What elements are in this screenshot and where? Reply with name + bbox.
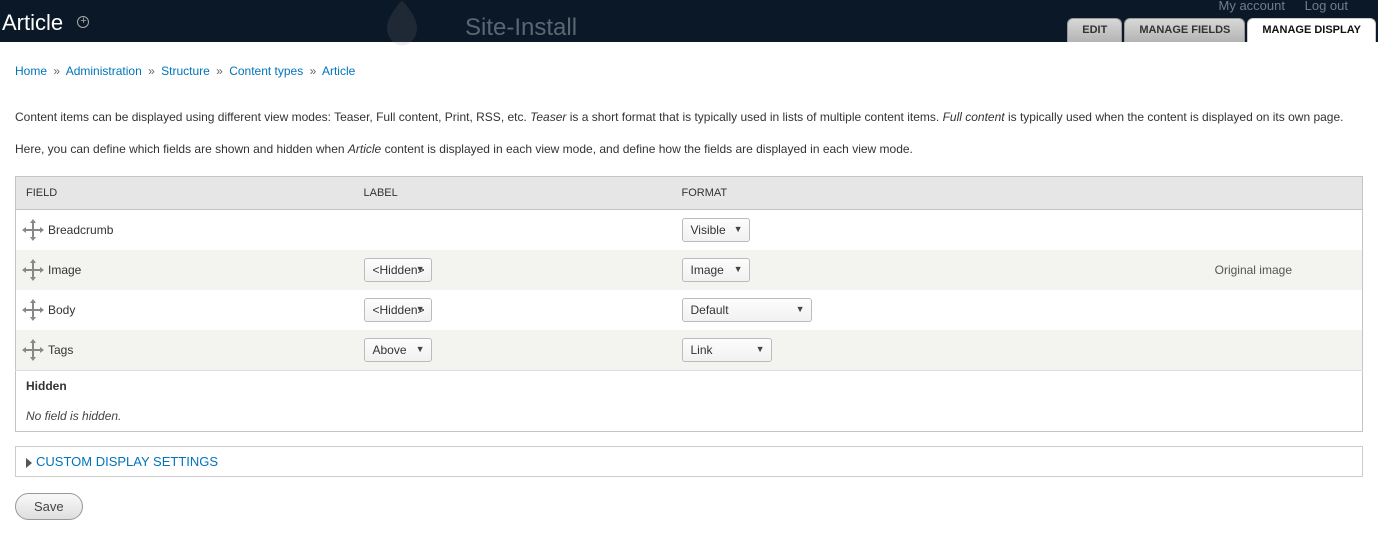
format-select[interactable]: Visible [682,218,750,242]
label-select[interactable]: Above [364,338,432,362]
label-select[interactable]: <Hidden> [364,298,432,322]
drag-handle-icon[interactable] [26,303,40,317]
field-name: Breadcrumb [48,223,113,237]
empty-message: No field is hidden. [16,401,1363,432]
custom-display-settings-fieldset: CUSTOM DISPLAY SETTINGS [15,446,1363,477]
page-title: Article [2,10,89,36]
breadcrumb-sep: » [216,64,223,78]
help-text-part: Content items can be displayed using dif… [15,110,530,124]
display-fields-table: FIELD LABEL FORMAT Breadcrumb Visible Im… [15,176,1363,432]
region-title: Hidden [16,371,1363,402]
primary-tabs: EDIT MANAGE FIELDS MANAGE DISPLAY [1067,18,1378,42]
region-hidden: Hidden [16,371,1363,402]
format-select[interactable]: Link [682,338,772,362]
breadcrumb-link[interactable]: Content types [229,64,303,78]
table-row: Tags Above Link [16,330,1363,371]
drag-handle-icon[interactable] [26,223,40,237]
table-row: Breadcrumb Visible [16,210,1363,251]
expand-icon[interactable] [26,458,32,468]
admin-toolbar: Article Site-Install My account Log out … [0,0,1378,42]
site-name[interactable]: Site-Install [465,14,577,42]
main-content: Home » Administration » Structure » Cont… [0,42,1378,540]
fieldset-toggle[interactable]: CUSTOM DISPLAY SETTINGS [36,454,218,469]
breadcrumb-link[interactable]: Administration [66,64,142,78]
help-text-part: is typically used when the content is di… [1005,110,1344,124]
tab-manage-fields[interactable]: MANAGE FIELDS [1124,18,1245,42]
field-name: Tags [48,343,73,357]
logout-link[interactable]: Log out [1305,0,1348,13]
breadcrumb-link[interactable]: Article [322,64,355,78]
drag-handle-icon[interactable] [26,343,40,357]
help-text-part: is a short format that is typically used… [566,110,942,124]
region-hidden-empty: No field is hidden. [16,401,1363,432]
help-text-em: Article [348,142,381,156]
breadcrumb-sep: » [148,64,155,78]
user-links: My account Log out [1203,0,1348,13]
breadcrumb-link[interactable]: Home [15,64,47,78]
help-text: Content items can be displayed using dif… [15,108,1363,158]
label-select[interactable]: <Hidden> [364,258,432,282]
help-text-part: Here, you can define which fields are sh… [15,142,348,156]
format-select[interactable]: Image [682,258,750,282]
help-text-part: content is displayed in each view mode, … [381,142,913,156]
breadcrumb-sep: » [53,64,60,78]
field-name: Image [48,263,81,277]
table-row: Body <Hidden> Default [16,290,1363,330]
col-header-field: FIELD [16,177,354,210]
breadcrumb-link[interactable]: Structure [161,64,210,78]
help-text-em: Full content [943,110,1005,124]
format-select[interactable]: Default [682,298,812,322]
tab-edit[interactable]: EDIT [1067,18,1122,42]
col-header-format: FORMAT [672,177,1363,210]
col-header-label: LABEL [354,177,672,210]
add-shortcut-icon[interactable] [77,16,89,28]
table-row: Image <Hidden> Image Original image [16,250,1363,290]
drupal-logo-icon [372,0,432,48]
drag-handle-icon[interactable] [26,263,40,277]
field-name: Body [48,303,75,317]
breadcrumb: Home » Administration » Structure » Cont… [15,54,1363,86]
my-account-link[interactable]: My account [1219,0,1285,13]
format-summary: Original image [1215,263,1292,277]
page-title-text: Article [2,10,63,35]
help-text-em: Teaser [530,110,566,124]
tab-manage-display[interactable]: MANAGE DISPLAY [1247,18,1376,42]
save-button[interactable]: Save [15,493,83,520]
breadcrumb-sep: » [310,64,317,78]
